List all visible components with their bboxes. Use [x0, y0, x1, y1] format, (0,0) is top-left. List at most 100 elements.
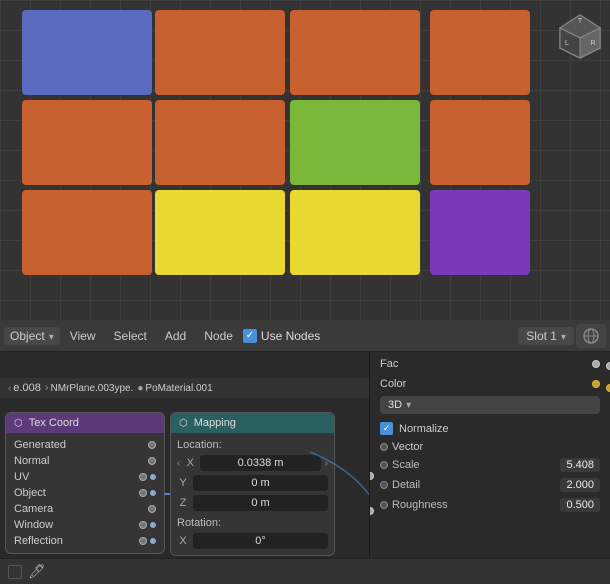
tex-coord-title: Tex Coord	[29, 417, 79, 429]
color-socket	[592, 380, 600, 388]
tex-coord-node-header: ⬡ Tex Coord	[6, 413, 164, 433]
rotation-label: Rotation:	[171, 515, 334, 531]
rotation-x-row: X	[171, 531, 334, 551]
location-y-input[interactable]	[193, 475, 328, 491]
tex-coord-uv: UV	[6, 469, 164, 485]
socket-normal	[148, 457, 156, 465]
scale-value: 5.408	[560, 458, 600, 472]
svg-text:L: L	[565, 40, 569, 47]
color-tile	[22, 10, 152, 95]
rotation-x-input[interactable]	[193, 533, 328, 549]
svg-text:T: T	[578, 18, 583, 25]
right-edge-sockets	[606, 362, 610, 392]
object-menu[interactable]: Object	[4, 327, 60, 345]
color-tile	[22, 190, 152, 275]
dropdown-3d[interactable]: 3D	[380, 396, 600, 414]
detail-socket	[380, 481, 388, 489]
location-body: Location: ‹ X › Y Z Rotat	[171, 433, 334, 555]
color-tile	[430, 100, 530, 185]
socket-uv	[139, 473, 147, 481]
location-x-row: ‹ X ›	[171, 453, 334, 473]
socket-uv-blue	[150, 474, 156, 480]
color-label: Color	[380, 378, 406, 390]
location-node-header: ⬡ Mapping	[171, 413, 334, 433]
left-panel: ‹ e.008 › NMrPlane.003ype. ● PoMaterial.…	[0, 352, 370, 584]
breadcrumb-item3: ● PoMaterial.001	[137, 383, 212, 394]
normalize-row: ✓ Normalize	[370, 418, 610, 439]
roughness-value: 0.500	[560, 498, 600, 512]
color-swatch[interactable]	[8, 565, 22, 579]
view-menu[interactable]: View	[62, 325, 104, 347]
node-area: ‹ e.008 › NMrPlane.003ype. ● PoMaterial.…	[0, 352, 610, 584]
socket-camera	[148, 505, 156, 513]
object-chevron	[49, 329, 54, 343]
tex-coord-node[interactable]: ⬡ Tex Coord Generated Normal	[5, 412, 165, 554]
right-panel: Fac Color 3D ✓ Normalize	[370, 352, 610, 584]
location-x-input[interactable]	[200, 455, 320, 471]
object-label: Object	[10, 329, 45, 343]
bottom-panel: Object View Select Add Node ✓ Use Nodes …	[0, 320, 610, 584]
breadcrumb: ‹ e.008 › NMrPlane.003ype. ● PoMaterial.…	[0, 378, 369, 398]
tex-coord-camera: Camera	[6, 501, 164, 517]
color-tile	[290, 10, 420, 95]
socket-reflection	[139, 537, 147, 545]
sphere-icon[interactable]	[576, 324, 606, 348]
location-title: Mapping	[194, 417, 236, 429]
edge-socket-fac	[606, 362, 610, 370]
use-nodes-toggle[interactable]: ✓ Use Nodes	[243, 329, 320, 343]
fac-row: Fac	[370, 352, 610, 372]
slot-chevron	[561, 329, 566, 343]
socket-reflection-blue	[150, 538, 156, 544]
fac-socket	[592, 360, 600, 368]
tex-coord-generated: Generated	[6, 437, 164, 453]
vector-label: Vector	[370, 439, 610, 455]
use-nodes-label: Use Nodes	[261, 329, 320, 343]
color-tile	[290, 100, 420, 185]
svg-text:R: R	[590, 40, 595, 47]
color-tile	[430, 10, 530, 95]
nav-cube[interactable]: T L R	[555, 10, 605, 60]
vector-input-socket	[380, 443, 388, 451]
socket-window	[139, 521, 147, 529]
bottom-status: 🖊	[0, 558, 610, 584]
tex-coord-reflection: Reflection	[6, 533, 164, 549]
socket-window-blue	[150, 522, 156, 528]
color-tile	[22, 100, 152, 185]
normalize-label: Normalize	[399, 423, 449, 435]
color-tile	[430, 190, 530, 275]
normalize-checkbox[interactable]: ✓	[380, 422, 393, 435]
location-z-row: Z	[171, 493, 334, 513]
roughness-label: Roughness	[392, 499, 448, 511]
location-z-input[interactable]	[193, 495, 328, 511]
slot-dropdown[interactable]: Slot 1	[518, 327, 574, 345]
scale-socket	[380, 461, 388, 469]
viewport[interactable]: T L R	[0, 0, 610, 320]
select-menu[interactable]: Select	[106, 325, 155, 347]
slot-label: Slot 1	[526, 329, 557, 343]
location-y-row: Y	[171, 473, 334, 493]
location-node[interactable]: ⬡ Mapping Location: ‹ X › Y	[170, 412, 335, 556]
location-label: Location:	[171, 437, 334, 453]
roughness-row: Roughness 0.500	[370, 495, 610, 515]
tex-coord-object: Object	[6, 485, 164, 501]
node-menu[interactable]: Node	[196, 325, 241, 347]
color-tile	[155, 190, 285, 275]
socket-object	[139, 489, 147, 497]
color-row: Color	[370, 372, 610, 392]
edge-socket-color	[606, 384, 610, 392]
roughness-socket	[380, 501, 388, 509]
tex-coord-normal: Normal	[6, 453, 164, 469]
eyedropper-icon[interactable]: 🖊	[28, 563, 46, 580]
detail-row: Detail 2.000	[370, 475, 610, 495]
fac-label: Fac	[380, 358, 398, 370]
detail-value: 2.000	[560, 478, 600, 492]
scale-row: Scale 5.408	[370, 455, 610, 475]
breadcrumb-item2: › NMrPlane.003ype.	[45, 382, 134, 394]
dropdown-3d-label: 3D	[388, 399, 402, 411]
add-menu[interactable]: Add	[157, 325, 194, 347]
tex-coord-window: Window	[6, 517, 164, 533]
use-nodes-checkbox[interactable]: ✓	[243, 329, 257, 343]
color-tile	[290, 190, 420, 275]
scale-label: Scale	[392, 459, 420, 471]
breadcrumb-item1: ‹ e.008	[8, 382, 41, 394]
